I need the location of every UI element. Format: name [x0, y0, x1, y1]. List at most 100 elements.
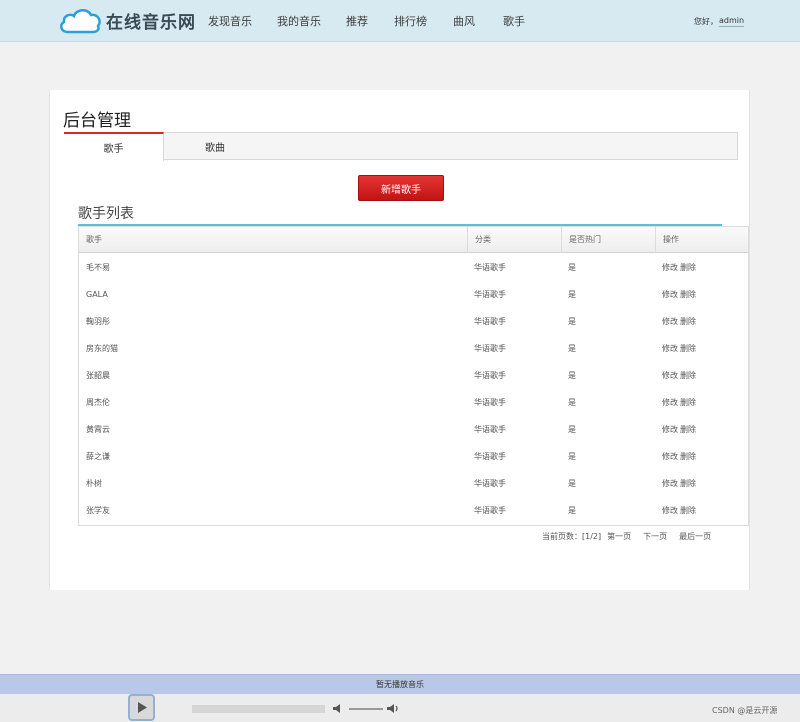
- playback-progress-bar[interactable]: [192, 705, 325, 713]
- volume-slider[interactable]: [349, 708, 383, 710]
- nav-discover-music[interactable]: 发现音乐: [208, 13, 252, 29]
- table-row: 周杰伦 华语歌手 是 修改 删除: [79, 389, 748, 416]
- tab-singers[interactable]: 歌手: [64, 132, 164, 161]
- cell-hot: 是: [568, 506, 576, 515]
- cell-hot: 是: [568, 398, 576, 407]
- table-row: GALA 华语歌手 是 修改 删除: [79, 281, 748, 308]
- username-link[interactable]: admin: [719, 16, 745, 27]
- edit-link[interactable]: 修改: [662, 479, 678, 488]
- cell-hot: 是: [568, 290, 576, 299]
- cell-hot: 是: [568, 263, 576, 272]
- delete-link[interactable]: 删除: [680, 263, 696, 272]
- cell-hot: 是: [568, 452, 576, 461]
- delete-link[interactable]: 删除: [680, 425, 696, 434]
- cell-category: 华语歌手: [474, 263, 506, 272]
- edit-link[interactable]: 修改: [662, 263, 678, 272]
- nav-recommend[interactable]: 推荐: [346, 13, 368, 29]
- cell-actions: 修改 删除: [655, 362, 748, 389]
- delete-link[interactable]: 删除: [680, 317, 696, 326]
- edit-link[interactable]: 修改: [662, 398, 678, 407]
- greeting-text: 您好，: [694, 17, 718, 26]
- cell-singer-name: GALA: [86, 290, 108, 299]
- cell-category: 华语歌手: [474, 452, 506, 461]
- cell-singer-name: 房东的猫: [86, 344, 118, 353]
- cell-category: 华语歌手: [474, 479, 506, 488]
- table-row: 毛不易 华语歌手 是 修改 删除: [79, 254, 748, 281]
- nav-singers[interactable]: 歌手: [503, 13, 525, 29]
- cell-hot: 是: [568, 479, 576, 488]
- table-row: 黄霄云 华语歌手 是 修改 删除: [79, 416, 748, 443]
- pagination-next-link[interactable]: 下一页: [643, 531, 667, 542]
- cell-actions: 修改 删除: [655, 281, 748, 308]
- page-title: 后台管理: [63, 111, 131, 131]
- column-header-singer: 歌手: [86, 235, 102, 244]
- add-singer-button[interactable]: 新增歌手: [358, 175, 444, 201]
- singer-list-title: 歌手列表: [78, 206, 134, 222]
- delete-link[interactable]: 删除: [680, 344, 696, 353]
- user-greeting: 您好， admin: [694, 16, 745, 27]
- play-button[interactable]: [128, 694, 155, 721]
- top-navbar: 在线音乐网 发现音乐 我的音乐 推荐 排行榜 曲风 歌手 您好， admin: [0, 0, 800, 42]
- watermark-text: CSDN @是云开源: [712, 706, 778, 715]
- cell-actions: 修改 删除: [655, 308, 748, 335]
- delete-link[interactable]: 删除: [680, 398, 696, 407]
- edit-link[interactable]: 修改: [662, 344, 678, 353]
- volume-max-icon[interactable]: [387, 703, 400, 714]
- site-logo[interactable]: 在线音乐网: [58, 5, 196, 35]
- nav-my-music[interactable]: 我的音乐: [277, 13, 321, 29]
- cell-singer-name: 张学友: [86, 506, 110, 515]
- column-header-hot: 是否热门: [561, 227, 655, 253]
- edit-link[interactable]: 修改: [662, 506, 678, 515]
- cell-category: 华语歌手: [474, 317, 506, 326]
- player-status-bar: 暂无播放音乐: [0, 674, 800, 694]
- cell-category: 华语歌手: [474, 290, 506, 299]
- cell-singer-name: 毛不易: [86, 263, 110, 272]
- cell-actions: 修改 删除: [655, 470, 748, 497]
- table-row: 薛之谦 华语歌手 是 修改 删除: [79, 443, 748, 470]
- delete-link[interactable]: 删除: [680, 452, 696, 461]
- table-row: 鞠羽彤 华语歌手 是 修改 删除: [79, 308, 748, 335]
- pagination-last-link[interactable]: 最后一页: [679, 531, 711, 542]
- cell-actions: 修改 删除: [655, 389, 748, 416]
- pagination-first-link[interactable]: 第一页: [607, 531, 631, 542]
- cell-actions: 修改 删除: [655, 254, 748, 281]
- play-icon: [137, 702, 147, 713]
- delete-link[interactable]: 删除: [680, 371, 696, 380]
- logo-text: 在线音乐网: [106, 12, 196, 33]
- table-row: 张韶晨 华语歌手 是 修改 删除: [79, 362, 748, 389]
- player-controls: [0, 694, 800, 722]
- table-row: 房东的猫 华语歌手 是 修改 删除: [79, 335, 748, 362]
- edit-link[interactable]: 修改: [662, 452, 678, 461]
- cell-category: 华语歌手: [474, 371, 506, 380]
- cell-singer-name: 张韶晨: [86, 371, 110, 380]
- tab-bar: 歌手 歌曲: [64, 132, 738, 161]
- cell-hot: 是: [568, 344, 576, 353]
- cell-singer-name: 黄霄云: [86, 425, 110, 434]
- cell-hot: 是: [568, 425, 576, 434]
- tab-songs[interactable]: 歌曲: [165, 132, 265, 160]
- delete-link[interactable]: 删除: [680, 290, 696, 299]
- edit-link[interactable]: 修改: [662, 425, 678, 434]
- cell-actions: 修改 删除: [655, 443, 748, 470]
- volume-icon[interactable]: [333, 703, 344, 714]
- cell-category: 华语歌手: [474, 506, 506, 515]
- nav-genres[interactable]: 曲风: [453, 13, 475, 29]
- delete-link[interactable]: 删除: [680, 479, 696, 488]
- cell-actions: 修改 删除: [655, 335, 748, 362]
- delete-link[interactable]: 删除: [680, 506, 696, 515]
- cell-hot: 是: [568, 317, 576, 326]
- edit-link[interactable]: 修改: [662, 317, 678, 326]
- cell-singer-name: 周杰伦: [86, 398, 110, 407]
- table-row: 张学友 华语歌手 是 修改 删除: [79, 497, 748, 524]
- singer-table: 歌手 分类 是否热门 操作 毛不易 华语歌手是修改 删除 GALA 华语歌手是修改 删除鞠…: [78, 226, 749, 526]
- nav-charts[interactable]: 排行榜: [394, 13, 427, 29]
- cell-category: 华语歌手: [474, 425, 506, 434]
- edit-link[interactable]: 修改: [662, 290, 678, 299]
- cloud-logo-icon: [59, 9, 101, 34]
- cell-category: 华语歌手: [474, 344, 506, 353]
- table-header: 歌手 分类 是否热门 操作: [79, 227, 748, 253]
- cell-actions: 修改 删除: [655, 416, 748, 443]
- cell-hot: 是: [568, 371, 576, 380]
- edit-link[interactable]: 修改: [662, 371, 678, 380]
- pagination: 当前页数：[1/2] 第一页 下一页 最后一页: [542, 531, 711, 542]
